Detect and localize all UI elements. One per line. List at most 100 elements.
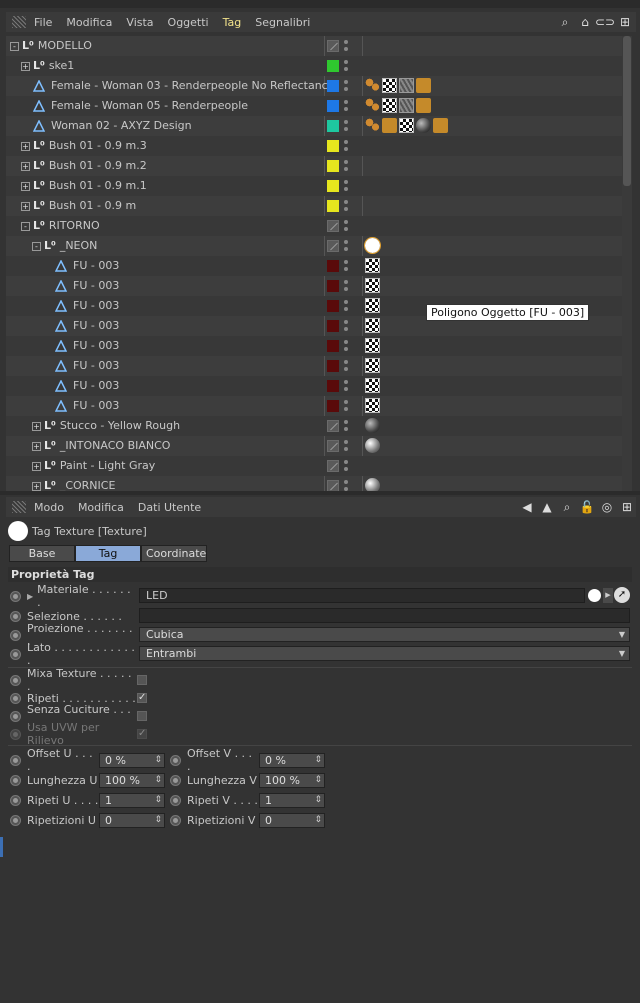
dotsic-tag-icon[interactable] bbox=[365, 78, 380, 93]
checker-tag-icon[interactable] bbox=[365, 358, 380, 373]
tree-row-name[interactable]: - L⁰ _NEON bbox=[32, 236, 97, 256]
lunghezza-u-field[interactable]: 100 % bbox=[99, 772, 165, 788]
visibility-dots-icon[interactable] bbox=[344, 59, 348, 73]
link-icon[interactable]: ⊂⊃ bbox=[595, 15, 615, 29]
animate-radio[interactable] bbox=[10, 774, 21, 786]
visibility-dots-icon[interactable] bbox=[344, 479, 348, 491]
layer-color-swatch[interactable] bbox=[327, 120, 339, 132]
tree-scrollbar[interactable] bbox=[622, 36, 632, 491]
ripeti-u-field[interactable]: 1 bbox=[99, 792, 165, 808]
visibility-dots-icon[interactable] bbox=[344, 399, 348, 413]
material-menu-icon[interactable]: ▶ bbox=[603, 588, 613, 603]
tree-row-name[interactable]: Female - Woman 05 - Renderpeople bbox=[21, 96, 248, 116]
senza-checkbox[interactable] bbox=[137, 711, 147, 721]
expand-icon[interactable]: + bbox=[21, 61, 30, 71]
tree-row[interactable]: FU - 003 bbox=[6, 336, 622, 356]
visibility-dots-icon[interactable] bbox=[344, 379, 348, 393]
layer-color-swatch[interactable] bbox=[327, 380, 339, 392]
menu-oggetti[interactable]: Oggetti bbox=[168, 16, 209, 29]
orange-tag-icon[interactable] bbox=[433, 118, 448, 133]
tree-row-name[interactable]: + L⁰ _INTONACO BIANCO bbox=[32, 436, 170, 456]
noise-tag-icon[interactable] bbox=[399, 78, 414, 93]
layer-color-swatch[interactable] bbox=[327, 280, 339, 292]
materiale-field[interactable]: LED bbox=[139, 588, 585, 603]
tree-row-name[interactable]: + L⁰ ske1 bbox=[21, 56, 74, 76]
checker-tag-icon[interactable] bbox=[382, 98, 397, 113]
animate-radio[interactable] bbox=[10, 710, 21, 722]
animate-radio[interactable] bbox=[10, 674, 21, 686]
checker-tag-icon[interactable] bbox=[399, 118, 414, 133]
tree-row[interactable]: Female - Woman 05 - Renderpeople bbox=[6, 96, 622, 116]
visibility-dots-icon[interactable] bbox=[344, 239, 348, 253]
tree-row-name[interactable]: FU - 003 bbox=[43, 396, 119, 416]
tree-row[interactable]: + L⁰ Paint - Light Gray bbox=[6, 456, 622, 476]
collapse-icon[interactable]: - bbox=[32, 241, 41, 251]
orange-tag-icon[interactable] bbox=[416, 78, 431, 93]
tree-row-name[interactable]: + L⁰ _CORNICE bbox=[32, 476, 115, 491]
expand-arrow-icon[interactable]: ▶ bbox=[27, 592, 33, 601]
animate-radio[interactable] bbox=[10, 648, 21, 660]
layer-color-swatch[interactable] bbox=[327, 340, 339, 352]
tree-row[interactable]: FU - 003 bbox=[6, 356, 622, 376]
ripeti-v-field[interactable]: 1 bbox=[259, 792, 325, 808]
layer-color-swatch[interactable] bbox=[327, 100, 339, 112]
expand-icon[interactable]: + bbox=[32, 481, 41, 491]
menu-modifica[interactable]: Modifica bbox=[66, 16, 112, 29]
ripetizioni-v-field[interactable]: 0 bbox=[259, 812, 325, 828]
checker-tag-icon[interactable] bbox=[365, 338, 380, 353]
layer-toggle-icon[interactable] bbox=[327, 220, 339, 232]
ripeti-checkbox[interactable]: ✓ bbox=[137, 693, 147, 703]
expand-icon[interactable]: + bbox=[32, 461, 41, 471]
layer-color-swatch[interactable] bbox=[327, 200, 339, 212]
tree-row[interactable]: FU - 003 bbox=[6, 396, 622, 416]
dotsic-tag-icon[interactable] bbox=[365, 98, 380, 113]
visibility-dots-icon[interactable] bbox=[344, 199, 348, 213]
animate-radio[interactable] bbox=[170, 794, 181, 806]
visibility-dots-icon[interactable] bbox=[344, 219, 348, 233]
ripetizioni-u-field[interactable]: 0 bbox=[99, 812, 165, 828]
tree-row[interactable]: + L⁰ Bush 01 - 0.9 m.1 bbox=[6, 176, 622, 196]
animate-radio[interactable] bbox=[10, 794, 21, 806]
collapse-icon[interactable]: - bbox=[10, 41, 19, 51]
tree-row-name[interactable]: + L⁰ Paint - Light Gray bbox=[32, 456, 155, 476]
tree-row[interactable]: + L⁰ _INTONACO BIANCO bbox=[6, 436, 622, 456]
panel-divider[interactable] bbox=[0, 491, 640, 495]
tree-row-name[interactable]: + L⁰ Bush 01 - 0.9 m.3 bbox=[21, 136, 147, 156]
selezione-field[interactable] bbox=[139, 608, 630, 623]
visibility-dots-icon[interactable] bbox=[344, 339, 348, 353]
animate-radio[interactable] bbox=[10, 610, 21, 622]
menu-modo[interactable]: Modo bbox=[34, 501, 64, 514]
layer-color-swatch[interactable] bbox=[327, 400, 339, 412]
layer-color-swatch[interactable] bbox=[327, 180, 339, 192]
layer-toggle-icon[interactable] bbox=[327, 440, 339, 452]
tree-row[interactable]: - L⁰ RITORNO bbox=[6, 216, 622, 236]
layer-color-swatch[interactable] bbox=[327, 300, 339, 312]
layer-color-swatch[interactable] bbox=[327, 60, 339, 72]
tree-row[interactable]: FU - 003 bbox=[6, 376, 622, 396]
tree-row[interactable]: FU - 003 bbox=[6, 276, 622, 296]
tree-row-name[interactable]: + L⁰ Bush 01 - 0.9 m.2 bbox=[21, 156, 147, 176]
menu-file[interactable]: File bbox=[34, 16, 52, 29]
menu-vista[interactable]: Vista bbox=[126, 16, 153, 29]
visibility-dots-icon[interactable] bbox=[344, 119, 348, 133]
new-panel-icon[interactable]: ⊞ bbox=[620, 500, 634, 514]
collapse-icon[interactable]: - bbox=[21, 221, 30, 231]
target-icon[interactable]: ◎ bbox=[600, 500, 614, 514]
tree-row[interactable]: FU - 003 bbox=[6, 256, 622, 276]
checker-tag-icon[interactable] bbox=[365, 258, 380, 273]
menu-modifica[interactable]: Modifica bbox=[78, 501, 124, 514]
up-arrow-icon[interactable]: ▲ bbox=[540, 500, 554, 514]
lunghezza-v-field[interactable]: 100 % bbox=[259, 772, 325, 788]
checker-tag-icon[interactable] bbox=[382, 78, 397, 93]
layer-toggle-icon[interactable] bbox=[327, 460, 339, 472]
visibility-dots-icon[interactable] bbox=[344, 99, 348, 113]
tree-row-name[interactable]: FU - 003 bbox=[43, 276, 119, 296]
animate-radio[interactable] bbox=[170, 814, 181, 826]
layer-color-swatch[interactable] bbox=[327, 260, 339, 272]
animate-radio[interactable] bbox=[10, 754, 21, 766]
tree-row[interactable]: + L⁰ _CORNICE bbox=[6, 476, 622, 491]
tree-row-name[interactable]: FU - 003 bbox=[43, 356, 119, 376]
dotsic-tag-icon[interactable] bbox=[365, 118, 380, 133]
offset-u-field[interactable]: 0 % bbox=[99, 752, 165, 768]
expand-icon[interactable]: + bbox=[32, 441, 41, 451]
